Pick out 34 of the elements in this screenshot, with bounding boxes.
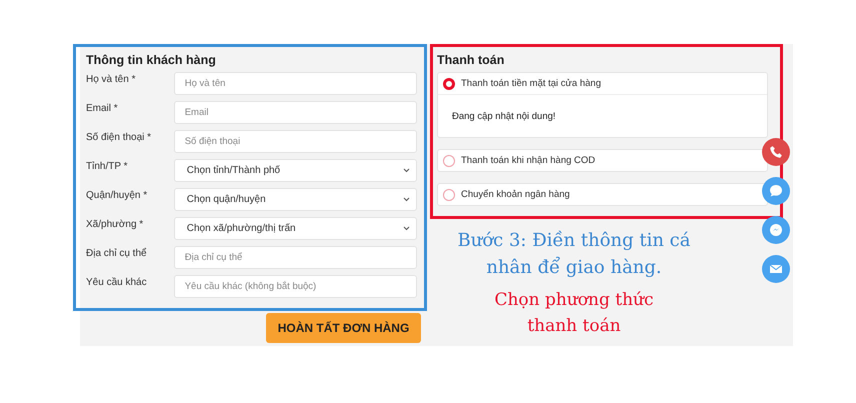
input-field[interactable]: Email <box>174 101 417 124</box>
input-field[interactable]: Số điện thoại <box>174 130 417 153</box>
field-label: Số điện thoại * <box>86 131 152 143</box>
option-note: Đang cập nhật nội dung! <box>438 94 767 137</box>
payment-option[interactable]: Chuyển khoản ngân hàng <box>437 183 768 206</box>
radio-button[interactable] <box>443 154 455 166</box>
chevron-down-icon <box>403 168 410 173</box>
field-label: Xã/phường * <box>86 218 144 230</box>
radio-button[interactable] <box>443 78 455 90</box>
field-label: Tỉnh/TP * <box>86 160 128 172</box>
payment-title: Thanh toán <box>437 53 506 67</box>
complete-order-button[interactable]: HOÀN TẤT ĐƠN HÀNG <box>266 313 421 343</box>
chat-bubble-icon <box>768 183 784 199</box>
input-field[interactable]: Yêu cầu khác (không bắt buộc) <box>174 275 417 298</box>
field-label: Email * <box>86 102 119 114</box>
dropdown-field[interactable]: Chọn xã/phường/thị trấn <box>174 217 417 240</box>
input-field[interactable]: Họ và tên <box>174 72 417 95</box>
radio-button[interactable] <box>443 188 455 200</box>
messenger-icon <box>768 222 784 238</box>
hint-caption: Chọn phương thức thanh toán <box>493 289 655 338</box>
payment-option[interactable]: Thanh toán khi nhận hàng COD <box>437 149 768 172</box>
form-title: Thông tin khách hàng <box>86 53 217 67</box>
input-field[interactable]: Địa chỉ cụ thể <box>174 246 417 269</box>
payment-option[interactable]: Thanh toán tiền mặt tại cửa hàng Đang cập nhật nội dung! <box>437 72 768 138</box>
dropdown-field[interactable]: Chọn tỉnh/Thành phố <box>174 159 417 182</box>
field-label: Quận/huyện * <box>86 189 148 201</box>
dropdown-field[interactable]: Chọn quận/huyện <box>174 188 417 211</box>
chevron-down-icon <box>403 197 410 202</box>
chevron-down-icon <box>403 226 410 231</box>
phone-icon <box>769 145 783 159</box>
step-caption: Bước 3: Điền thông tin cá nhân để giao hàng. <box>456 229 692 280</box>
field-label: Yêu cầu khác <box>86 276 148 288</box>
field-label: Họ và tên * <box>86 73 136 85</box>
field-label: Địa chỉ cụ thể <box>86 246 148 259</box>
